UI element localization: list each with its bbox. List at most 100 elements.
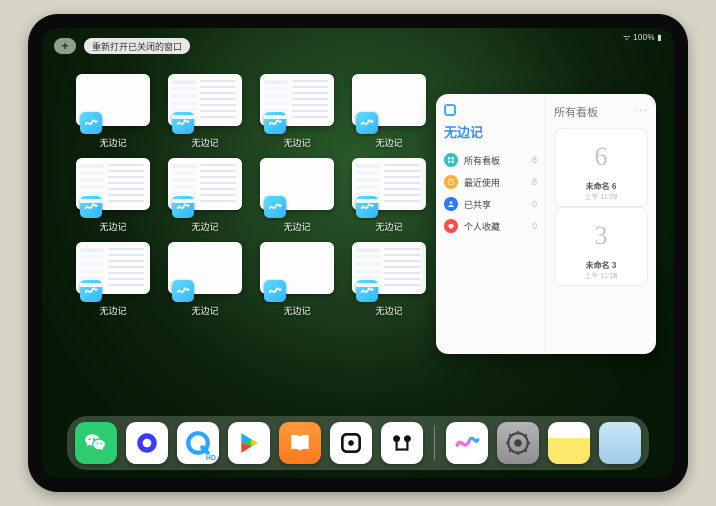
sidebar-item-person[interactable]: 已共享 0: [444, 193, 537, 215]
app-window[interactable]: 无边记: [166, 158, 244, 236]
panel-section-title: 所有看板: [554, 104, 598, 120]
dock-app-dotpad[interactable]: [330, 422, 372, 464]
grid-icon: [444, 153, 458, 167]
dock-app-library[interactable]: [599, 422, 641, 464]
app-window[interactable]: 无边记: [350, 74, 428, 152]
window-label: 无边记: [375, 136, 402, 149]
freeform-app-icon: [172, 112, 194, 134]
freeform-app-icon: [264, 196, 286, 218]
dock: HD: [67, 416, 649, 470]
app-window[interactable]: 无边记: [258, 74, 336, 152]
window-thumbnail[interactable]: [260, 242, 334, 294]
app-window[interactable]: 无边记: [258, 242, 336, 320]
window-thumbnail[interactable]: [352, 74, 426, 126]
ipad-device-frame: ᯤ 100% ▮ + 重新打开已关闭的窗口 无边记无边记无边记无边记无边记无边记…: [28, 14, 688, 492]
window-thumbnail[interactable]: [76, 74, 150, 126]
sidebar-item-heart[interactable]: 个人收藏 0: [444, 215, 537, 237]
freeform-app-icon: [356, 280, 378, 302]
panel-sidebar-header: [444, 104, 537, 116]
window-label: 无边记: [99, 304, 126, 317]
window-label: 无边记: [283, 220, 310, 233]
clock-icon: [444, 175, 458, 189]
window-thumbnail[interactable]: [76, 242, 150, 294]
board-name: 未命名 3: [586, 260, 617, 271]
app-window[interactable]: 无边记: [74, 158, 152, 236]
freeform-app-icon: [172, 280, 194, 302]
freeform-side-panel: 无边记 所有看板8最近使用8已共享0个人收藏0 所有看板 ··· 6未命名 6上…: [436, 94, 656, 354]
sidebar-item-label: 个人收藏: [464, 220, 500, 233]
freeform-app-icon: [356, 112, 378, 134]
board-card[interactable]: 3未命名 3上午 11:28: [554, 207, 648, 286]
window-label: 无边记: [191, 220, 218, 233]
dock-app-music[interactable]: [381, 422, 423, 464]
new-window-button[interactable]: +: [54, 38, 76, 54]
board-time: 上午 11:28: [585, 271, 618, 281]
status-bar: ᯤ 100% ▮: [623, 32, 662, 43]
app-window[interactable]: 无边记: [74, 74, 152, 152]
app-window[interactable]: 无边记: [350, 158, 428, 236]
freeform-app-icon: [264, 280, 286, 302]
window-thumbnail[interactable]: [352, 158, 426, 210]
sidebar-item-count: 0: [532, 199, 537, 209]
sidebar-item-clock[interactable]: 最近使用 8: [444, 171, 537, 193]
window-thumbnail[interactable]: [352, 242, 426, 294]
window-label: 无边记: [375, 304, 402, 317]
sidebar-item-grid[interactable]: 所有看板8: [444, 149, 537, 171]
wifi-icon: ᯤ: [623, 33, 631, 42]
app-window[interactable]: 无边记: [74, 242, 152, 320]
dock-app-books[interactable]: [279, 422, 321, 464]
window-thumbnail[interactable]: [260, 158, 334, 210]
board-preview: 3: [565, 212, 637, 260]
reopen-closed-window-button[interactable]: 重新打开已关闭的窗口: [84, 38, 190, 54]
dock-app-freeform[interactable]: [446, 422, 488, 464]
dock-app-settings[interactable]: [497, 422, 539, 464]
window-label: 无边记: [99, 220, 126, 233]
freeform-app-icon: [264, 112, 286, 134]
freeform-app-icon: [80, 196, 102, 218]
app-switcher-grid: 无边记无边记无边记无边记无边记无边记无边记无边记无边记无边记无边记无边记: [74, 74, 424, 320]
window-thumbnail[interactable]: [168, 74, 242, 126]
sidebar-item-count: 8: [532, 177, 537, 187]
app-window[interactable]: 无边记: [350, 242, 428, 320]
sidebar-item-label: 所有看板: [464, 154, 500, 167]
app-window[interactable]: 无边记: [166, 242, 244, 320]
panel-sidebar: 无边记 所有看板8 最近使用 8 已共享 0 个人收藏 0: [436, 94, 546, 354]
app-window[interactable]: 无边记: [258, 158, 336, 236]
window-label: 无边记: [375, 220, 402, 233]
battery-icon: ▮: [657, 33, 662, 42]
sidebar-item-label: 最近使用: [464, 176, 500, 189]
window-label: 无边记: [283, 304, 310, 317]
app-window[interactable]: 无边记: [166, 74, 244, 152]
dock-app-wechat[interactable]: [75, 422, 117, 464]
board-time: 上午 11:28: [585, 192, 618, 202]
window-label: 无边记: [283, 136, 310, 149]
dock-app-play[interactable]: [228, 422, 270, 464]
window-thumbnail[interactable]: [76, 158, 150, 210]
window-thumbnail[interactable]: [260, 74, 334, 126]
dock-app-quark[interactable]: [126, 422, 168, 464]
person-icon: [444, 197, 458, 211]
window-label: 无边记: [191, 136, 218, 149]
freeform-app-icon: [80, 280, 102, 302]
screen: ᯤ 100% ▮ + 重新打开已关闭的窗口 无边记无边记无边记无边记无边记无边记…: [42, 28, 674, 478]
window-thumbnail[interactable]: [168, 242, 242, 294]
panel-app-title: 无边记: [444, 122, 537, 141]
freeform-app-icon: [356, 196, 378, 218]
freeform-app-icon: [80, 112, 102, 134]
sidebar-item-label: 已共享: [464, 198, 491, 211]
board-name: 未命名 6: [586, 181, 617, 192]
sidebar-toggle-icon[interactable]: [444, 104, 456, 116]
top-controls: + 重新打开已关闭的窗口: [54, 38, 190, 54]
board-card[interactable]: 6未命名 6上午 11:28: [554, 128, 648, 207]
board-preview: 6: [565, 133, 637, 181]
freeform-app-icon: [172, 196, 194, 218]
dock-separator: [434, 426, 435, 460]
dock-app-qqbrowser[interactable]: HD: [177, 422, 219, 464]
panel-more-button[interactable]: ···: [634, 104, 648, 120]
sidebar-item-count: 0: [532, 221, 537, 231]
panel-content: 所有看板 ··· 6未命名 6上午 11:283未命名 3上午 11:28: [546, 94, 656, 354]
dock-app-notes[interactable]: [548, 422, 590, 464]
window-thumbnail[interactable]: [168, 158, 242, 210]
heart-icon: [444, 219, 458, 233]
window-label: 无边记: [191, 304, 218, 317]
